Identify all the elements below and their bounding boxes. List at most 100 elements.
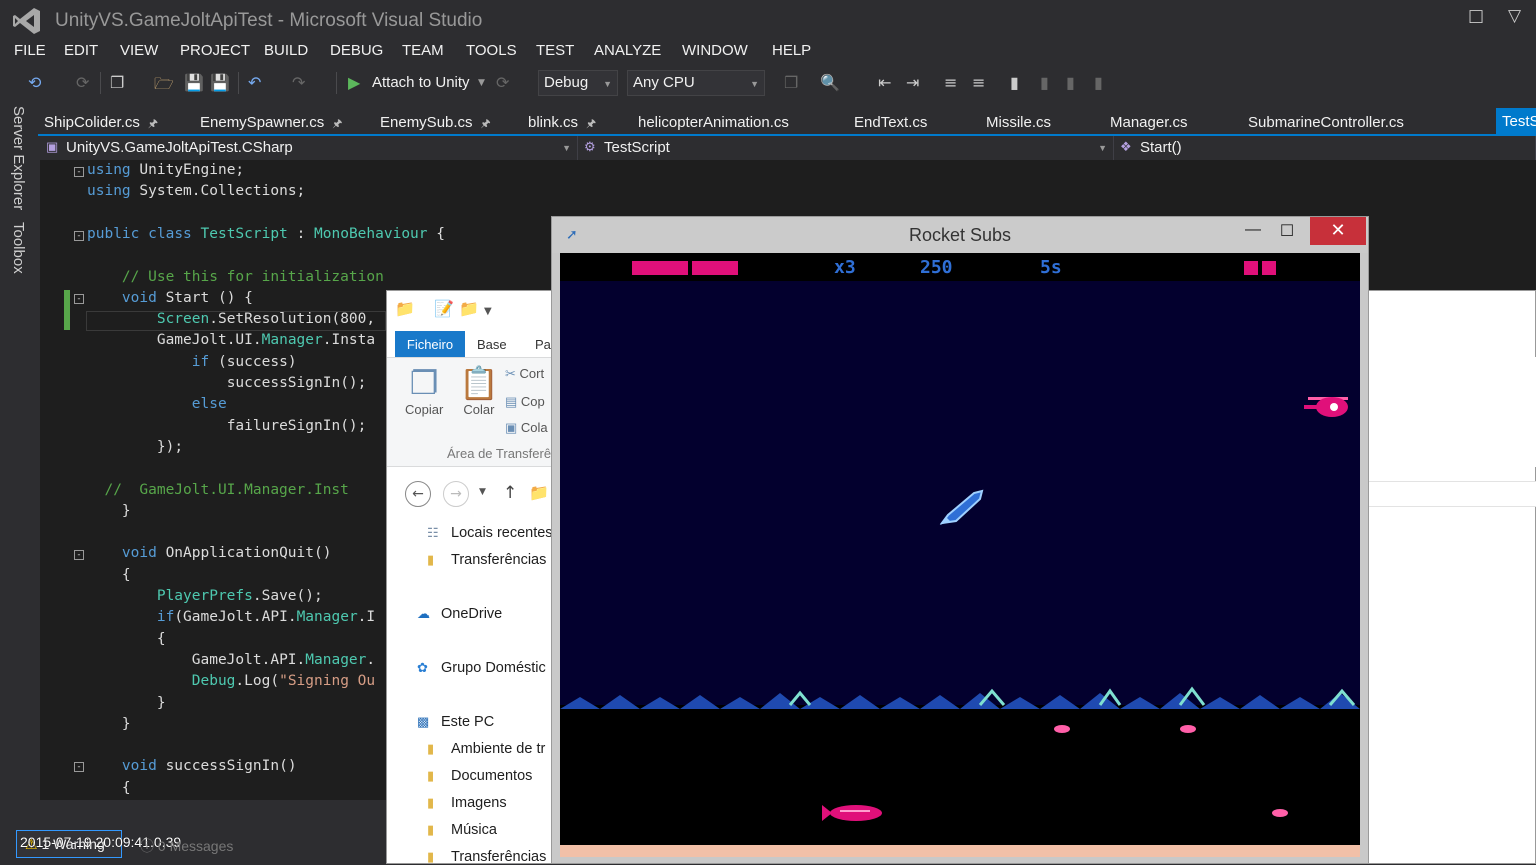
maximize-icon[interactable]: ☐ <box>1272 221 1302 245</box>
menu-file[interactable]: FILE <box>14 42 46 59</box>
platform-combo[interactable]: Any CPU ▼ <box>627 70 765 96</box>
fold-toggle-icon[interactable]: - <box>74 762 84 772</box>
back-icon[interactable]: ⟲ <box>28 73 41 92</box>
ribbon-tab-file[interactable]: Ficheiro <box>395 331 465 357</box>
project-combo[interactable]: ▣ UnityVS.GameJoltApiTest.CSharp ▼ <box>40 136 578 160</box>
pin-icon[interactable]: 🖈 <box>586 118 596 130</box>
redo-icon[interactable]: ↷ <box>292 73 305 92</box>
step-out-icon[interactable]: ⇥ <box>906 73 919 92</box>
up-arrow-icon[interactable]: ↑ <box>503 483 517 503</box>
nav-this-pc[interactable]: ▩ Este PC <box>417 714 494 730</box>
nav-documents[interactable]: ▮ Documentos <box>427 768 532 784</box>
game-screen[interactable]: x3 250 5s <box>560 253 1360 857</box>
tab-missile[interactable]: Missile.cs <box>986 114 1051 131</box>
filter-icon[interactable]: ▽ <box>1508 6 1521 26</box>
menu-build[interactable]: BUILD <box>264 42 308 59</box>
forward-icon[interactable]: ⟳ <box>76 73 89 92</box>
refresh-icon[interactable]: ⟳ <box>496 73 509 92</box>
close-icon[interactable]: ✕ <box>1310 217 1366 245</box>
nav-homegroup[interactable]: ✿ Grupo Doméstic <box>417 660 546 676</box>
tab-submarinecontroller[interactable]: SubmarineController.cs <box>1248 114 1404 131</box>
outdent-icon[interactable]: ≡ <box>944 73 957 92</box>
menu-project[interactable]: PROJECT <box>180 42 250 59</box>
tab-blink[interactable]: blink.cs 🖈 <box>528 114 596 134</box>
folder-icon: ▮ <box>427 552 435 567</box>
copy-icon: ❐ <box>409 365 439 401</box>
file-icon[interactable]: ❐ <box>784 73 798 92</box>
ribbon-tab-home[interactable]: Base <box>477 337 507 352</box>
menu-debug[interactable]: DEBUG <box>330 42 383 59</box>
fold-toggle-icon[interactable]: - <box>74 550 84 560</box>
folder-icon[interactable]: 📁 <box>395 299 415 318</box>
config-combo[interactable]: Debug ▼ <box>538 70 618 96</box>
tab-enemyspawner[interactable]: EnemySpawner.cs 🖈 <box>200 114 342 134</box>
pin-icon[interactable]: 🖈 <box>481 118 491 130</box>
search-box[interactable] <box>1367 481 1536 507</box>
mine-sprite <box>1054 725 1070 733</box>
back-icon[interactable]: ← <box>405 481 431 507</box>
tab-enemysub[interactable]: EnemySub.cs 🖈 <box>380 114 491 134</box>
tab-shipcolider[interactable]: ShipColider.cs 🖈 <box>44 114 158 134</box>
clear-bookmark-icon[interactable]: ▮ <box>1094 73 1103 92</box>
step-icon[interactable]: ⇤ <box>878 73 891 92</box>
tab-manager[interactable]: Manager.cs <box>1110 114 1188 131</box>
copy-button[interactable]: ❐ Copiar <box>405 364 443 417</box>
menu-view[interactable]: VIEW <box>120 42 158 59</box>
messages-label[interactable]: ⓘ 0 Messages <box>140 836 233 856</box>
prev-bookmark-icon[interactable]: ▮ <box>1040 73 1049 92</box>
nav-downloads[interactable]: ▮ Transferências <box>427 552 546 568</box>
undo-icon[interactable]: ↶ <box>248 73 261 92</box>
tab-helicopteranimation[interactable]: helicopterAnimation.cs <box>638 114 789 131</box>
cut-button[interactable]: ✂ Cort <box>505 366 544 382</box>
nav-downloads-pc[interactable]: ▮ Transferências <box>427 849 546 865</box>
member-combo[interactable]: ❖ Start() <box>1114 136 1536 160</box>
chevron-down-icon[interactable]: ▼ <box>478 78 485 88</box>
menu-help[interactable]: HELP <box>772 42 811 59</box>
feedback-icon[interactable]: □ <box>1468 6 1484 26</box>
menu-analyze[interactable]: ANALYZE <box>594 42 661 59</box>
fold-toggle-icon[interactable]: - <box>74 294 84 304</box>
chevron-down-icon[interactable]: ▼ <box>484 306 492 317</box>
pin-icon[interactable]: 🖈 <box>148 118 158 130</box>
chevron-down-icon[interactable]: ▼ <box>479 487 486 497</box>
toolbox-tab[interactable]: Toolbox <box>10 222 27 274</box>
folder-icon: ▮ <box>427 822 435 837</box>
tab-endtext[interactable]: EndText.cs <box>854 114 927 131</box>
menu-window[interactable]: WINDOW <box>682 42 748 59</box>
server-explorer-tab[interactable]: Server Explorer <box>10 106 27 210</box>
game-seafloor <box>560 845 1360 857</box>
nav-pictures[interactable]: ▮ Imagens <box>427 795 507 811</box>
forward-icon[interactable]: → <box>443 481 469 507</box>
properties-icon[interactable]: 📝 <box>434 299 454 318</box>
nav-music[interactable]: ▮ Música <box>427 822 497 838</box>
bookmark-icon[interactable]: ▮ <box>1010 73 1019 92</box>
open-folder-icon[interactable]: 🗁 <box>154 73 174 100</box>
menu-tools[interactable]: TOOLS <box>466 42 517 59</box>
menu-team[interactable]: TEAM <box>402 42 444 59</box>
shortcut-icon: ▣ <box>505 420 521 435</box>
indent-icon[interactable]: ≡ <box>972 73 985 92</box>
attach-to-unity-button[interactable]: Attach to Unity <box>372 74 470 91</box>
paste-shortcut-button[interactable]: ▣ Cola <box>505 420 548 436</box>
play-icon[interactable]: ▶ <box>348 73 360 92</box>
paste-button[interactable]: 📋 Colar <box>459 364 499 417</box>
health-bar-segment <box>692 261 738 275</box>
tab-testscript[interactable]: TestScript.cs <box>1496 108 1536 134</box>
nav-desktop[interactable]: ▮ Ambiente de tr <box>427 741 545 757</box>
fold-toggle-icon[interactable]: - <box>74 167 84 177</box>
type-combo[interactable]: ⚙ TestScript ▼ <box>578 136 1114 160</box>
pin-icon[interactable]: 🖈 <box>332 118 342 130</box>
new-project-icon[interactable]: ❐ <box>110 73 124 92</box>
menu-test[interactable]: TEST <box>536 42 574 59</box>
save-icon[interactable]: 💾 <box>184 73 204 92</box>
fold-toggle-icon[interactable]: - <box>74 231 84 241</box>
nav-recent-places[interactable]: ☷ Locais recentes <box>427 525 553 541</box>
save-all-icon[interactable]: 💾 <box>210 73 230 92</box>
copy-path-button[interactable]: ▤ Cop <box>505 394 545 410</box>
next-bookmark-icon[interactable]: ▮ <box>1066 73 1075 92</box>
find-icon[interactable]: 🔍 <box>820 73 840 92</box>
menu-edit[interactable]: EDIT <box>64 42 98 59</box>
nav-onedrive[interactable]: ☁ OneDrive <box>417 606 502 622</box>
minimize-icon[interactable]: — <box>1238 221 1268 245</box>
new-folder-icon[interactable]: 📁 <box>459 299 479 318</box>
